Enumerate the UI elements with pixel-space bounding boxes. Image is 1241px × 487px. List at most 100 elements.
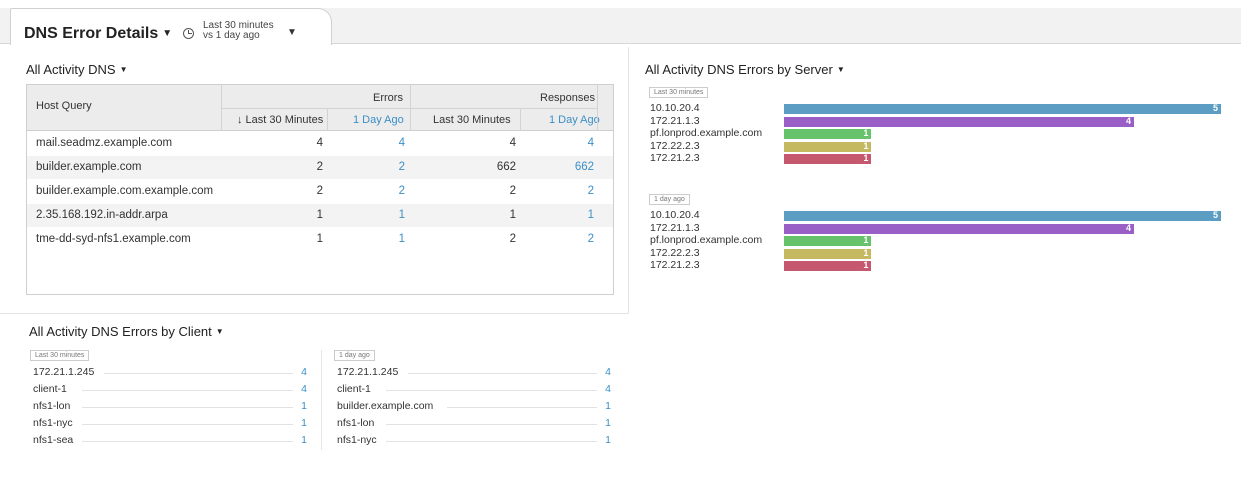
responses-ago-cell[interactable]: 2 <box>525 185 594 197</box>
server-label: 172.22.2.3 <box>650 139 700 152</box>
bar-value: 1 <box>863 235 869 245</box>
time-selector-label[interactable]: Last 30 minutes vs 1 day ago <box>203 21 274 41</box>
leader-line <box>81 390 293 391</box>
leader-line <box>104 373 293 374</box>
responses-ago-cell[interactable]: 1 <box>525 209 594 221</box>
host-query-table: Host Query Errors Responses ↓ Last 30 Mi… <box>26 84 614 295</box>
legend-tag-last-30: Last 30 minutes <box>649 87 709 98</box>
client-section-title[interactable]: All Activity DNS Errors by Client ▼ <box>29 324 224 339</box>
client-label: client-1 <box>33 383 67 395</box>
client-value[interactable]: 1 <box>287 400 307 412</box>
client-label: builder.example.com <box>337 400 434 412</box>
server-bar[interactable]: 5 <box>784 103 1221 114</box>
client-label: nfs1-lon <box>33 400 71 412</box>
client-label: 172.21.1.245 <box>33 366 95 378</box>
client-label: 172.21.1.245 <box>337 366 399 378</box>
section-dropdown-icon[interactable]: ▼ <box>837 65 845 74</box>
host-cell: builder.example.com <box>36 161 142 173</box>
clock-icon <box>183 28 194 39</box>
responses-ago-cell[interactable]: 4 <box>525 137 594 149</box>
col-responses-1-day-ago[interactable]: 1 Day Ago <box>549 114 600 126</box>
responses-last-cell: 1 <box>509 209 516 221</box>
client-value[interactable]: 4 <box>287 366 307 378</box>
bar-value: 5 <box>1212 210 1218 220</box>
bar-value: 1 <box>863 140 869 151</box>
responses-last-cell: 4 <box>509 137 516 149</box>
column-divider <box>327 108 328 131</box>
errors-ago-cell[interactable]: 2 <box>333 185 405 197</box>
errors-last-cell: 1 <box>316 209 323 221</box>
column-divider <box>597 85 598 131</box>
server-section-title[interactable]: All Activity DNS Errors by Server ▼ <box>645 62 845 77</box>
col-errors-last-30[interactable]: ↓ Last 30 Minutes <box>237 114 323 126</box>
bar-value: 5 <box>1212 103 1218 113</box>
client-value[interactable]: 4 <box>287 383 307 395</box>
client-label: nfs1-nyc <box>33 417 73 429</box>
leader-line <box>385 441 597 442</box>
responses-last-cell: 662 <box>496 161 516 173</box>
server-bar[interactable]: 4 <box>784 116 1134 127</box>
leader-line <box>385 424 597 425</box>
server-label: 172.21.1.3 <box>650 221 700 234</box>
col-responses-last-30[interactable]: Last 30 Minutes <box>433 114 511 126</box>
server-bar[interactable]: 1 <box>784 248 872 259</box>
server-label: pf.lonprod.example.com <box>650 234 763 246</box>
col-errors-1-day-ago[interactable]: 1 Day Ago <box>353 114 404 126</box>
server-bar[interactable]: 4 <box>784 223 1134 234</box>
client-value[interactable]: 1 <box>591 434 611 446</box>
errors-ago-cell[interactable]: 1 <box>333 209 405 221</box>
client-value[interactable]: 4 <box>591 366 611 378</box>
server-bar[interactable]: 1 <box>784 153 872 164</box>
section-dropdown-icon[interactable]: ▼ <box>120 65 128 74</box>
dashboard-title[interactable]: DNS Error Details ▼ <box>24 25 172 43</box>
host-cell: 2.35.168.192.in-addr.arpa <box>36 209 168 221</box>
server-bar[interactable]: 1 <box>784 128 872 139</box>
table-row[interactable]: builder.example.com.example.com 2 2 2 2 <box>27 180 613 203</box>
leader-line <box>447 407 597 408</box>
panel-divider <box>0 313 629 314</box>
leader-line <box>408 373 597 374</box>
errors-ago-cell[interactable]: 1 <box>333 233 405 245</box>
responses-ago-cell[interactable]: 662 <box>525 161 594 173</box>
server-bar[interactable]: 5 <box>784 210 1221 221</box>
time-selector-dropdown-icon[interactable]: ▼ <box>287 27 297 38</box>
table-row[interactable]: 2.35.168.192.in-addr.arpa 1 1 1 1 <box>27 204 613 227</box>
errors-ago-cell[interactable]: 2 <box>333 161 405 173</box>
errors-last-cell: 2 <box>316 161 323 173</box>
server-label: 172.22.2.3 <box>650 246 700 259</box>
legend-tag-1-day-ago: 1 day ago <box>334 350 375 361</box>
table-header: Host Query Errors Responses ↓ Last 30 Mi… <box>27 85 613 131</box>
table-section-title[interactable]: All Activity DNS ▼ <box>26 62 128 77</box>
client-value[interactable]: 4 <box>591 383 611 395</box>
table-row[interactable]: mail.seadmz.example.com 4 4 4 4 <box>27 132 613 155</box>
header-divider <box>221 108 597 109</box>
dashboard-tab[interactable]: DNS Error Details ▼ Last 30 minutes vs 1 … <box>10 8 332 45</box>
server-bar[interactable]: 1 <box>784 140 872 152</box>
errors-last-cell: 2 <box>316 185 323 197</box>
responses-last-cell: 2 <box>509 185 516 197</box>
col-host-query[interactable]: Host Query <box>36 100 92 112</box>
client-value[interactable]: 1 <box>287 417 307 429</box>
section-dropdown-icon[interactable]: ▼ <box>216 327 224 336</box>
client-value[interactable]: 1 <box>287 434 307 446</box>
host-cell: mail.seadmz.example.com <box>36 137 173 149</box>
column-divider <box>520 108 521 131</box>
errors-last-cell: 4 <box>316 137 323 149</box>
client-value[interactable]: 1 <box>591 400 611 412</box>
server-label: 10.10.20.4 <box>650 209 700 221</box>
client-label: client-1 <box>337 383 371 395</box>
client-label: nfs1-nyc <box>337 434 377 446</box>
errors-ago-cell[interactable]: 4 <box>333 137 405 149</box>
table-row[interactable]: tme-dd-syd-nfs1.example.com 1 1 2 2 <box>27 228 613 251</box>
responses-last-cell: 2 <box>509 233 516 245</box>
server-bar[interactable]: 1 <box>784 260 872 271</box>
title-dropdown-icon[interactable]: ▼ <box>162 28 172 39</box>
bar-value: 1 <box>863 128 869 138</box>
panel-divider <box>628 47 629 313</box>
client-label: nfs1-lon <box>337 417 375 429</box>
table-row[interactable]: builder.example.com 2 2 662 662 <box>27 156 613 179</box>
bar-value: 1 <box>863 260 869 270</box>
client-value[interactable]: 1 <box>591 417 611 429</box>
responses-ago-cell[interactable]: 2 <box>525 233 594 245</box>
server-bar[interactable]: 1 <box>784 235 872 246</box>
